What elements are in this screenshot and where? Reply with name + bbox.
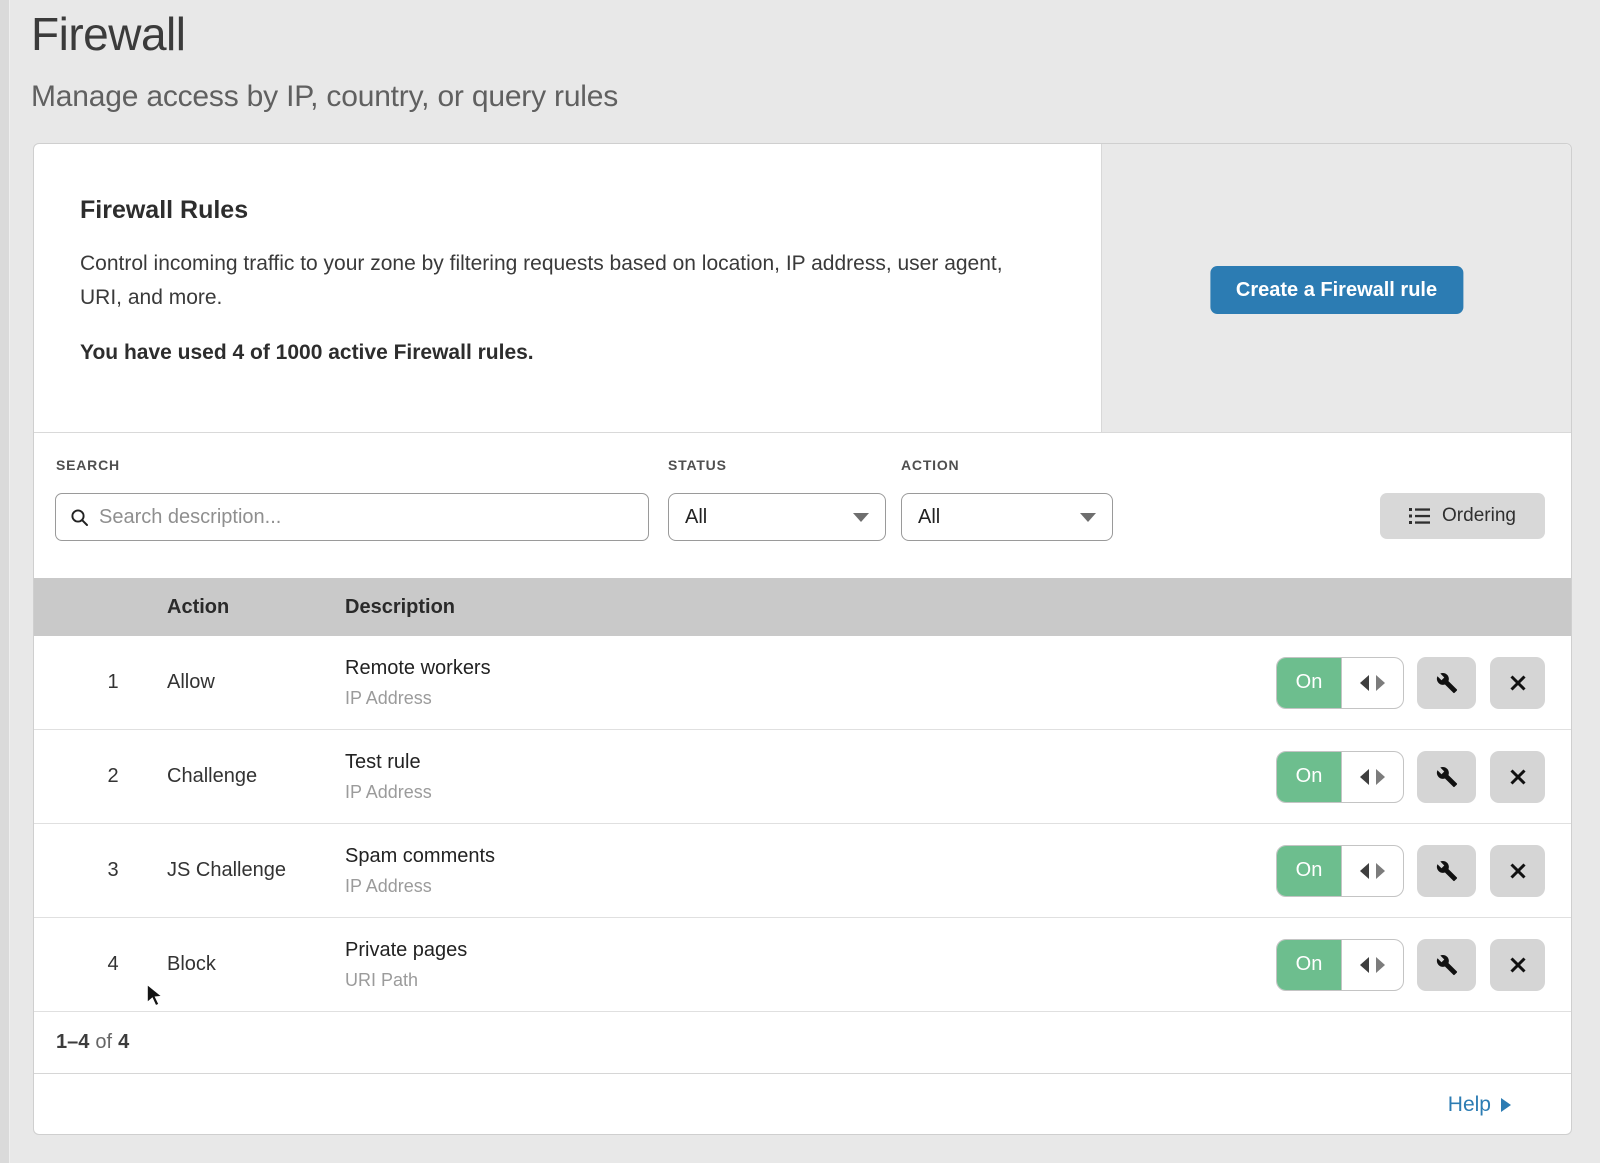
delete-rule-button[interactable] <box>1490 657 1545 709</box>
column-header-description: Description <box>345 596 1571 619</box>
help-row: Help <box>34 1074 1571 1135</box>
mouse-cursor <box>143 982 169 1015</box>
toggle-reorder-handle[interactable] <box>1342 658 1403 708</box>
toggle-on-button[interactable]: On <box>1277 658 1342 708</box>
column-header-action: Action <box>167 596 345 619</box>
filters-bar: SEARCH STATUS All ACTION All Ordering <box>34 433 1571 578</box>
rule-toggle: On <box>1276 657 1404 709</box>
pagination-range: 1–4 <box>56 1031 89 1054</box>
left-arrow-icon <box>1360 769 1369 785</box>
action-select[interactable]: All <box>901 493 1113 541</box>
toggle-on-button[interactable]: On <box>1277 752 1342 802</box>
rule-action: Allow <box>167 671 345 694</box>
toggle-reorder-handle[interactable] <box>1342 752 1403 802</box>
x-icon <box>1509 768 1527 786</box>
delete-rule-button[interactable] <box>1490 939 1545 991</box>
page-subtitle: Manage access by IP, country, or query r… <box>31 80 618 114</box>
wrench-icon <box>1436 672 1458 694</box>
action-select-value: All <box>918 506 940 529</box>
table-row: 4 Block Private pages URI Path On <box>34 918 1571 1012</box>
edit-rule-button[interactable] <box>1417 657 1476 709</box>
help-link-label: Help <box>1448 1093 1491 1117</box>
toggle-reorder-handle[interactable] <box>1342 940 1403 990</box>
toggle-on-button[interactable]: On <box>1277 940 1342 990</box>
rule-toggle: On <box>1276 939 1404 991</box>
help-arrow-icon <box>1501 1098 1511 1112</box>
left-arrow-icon <box>1360 675 1369 691</box>
right-arrow-icon <box>1376 675 1385 691</box>
right-arrow-icon <box>1376 957 1385 973</box>
left-arrow-icon <box>1360 957 1369 973</box>
rule-priority: 2 <box>34 765 167 788</box>
right-arrow-icon <box>1376 863 1385 879</box>
edit-rule-button[interactable] <box>1417 845 1476 897</box>
pagination-total: 4 <box>118 1031 129 1054</box>
table-header-row: Action Description <box>34 578 1571 636</box>
wrench-icon <box>1436 954 1458 976</box>
rule-controls: On <box>1276 939 1545 991</box>
intro-action-panel: Create a Firewall rule <box>1101 144 1571 432</box>
table-row: 2 Challenge Test rule IP Address On <box>34 730 1571 824</box>
action-label: ACTION <box>901 457 959 473</box>
table-row: 1 Allow Remote workers IP Address On <box>34 636 1571 730</box>
pagination-summary: 1–4 of 4 <box>34 1012 1571 1074</box>
intro-section: Firewall Rules Control incoming traffic … <box>34 144 1571 433</box>
firewall-rules-card: Firewall Rules Control incoming traffic … <box>33 143 1572 1135</box>
page-title: Firewall <box>31 8 618 60</box>
x-icon <box>1509 674 1527 692</box>
status-select[interactable]: All <box>668 493 886 541</box>
usage-summary: You have used 4 of 1000 active Firewall … <box>80 341 1041 365</box>
search-label: SEARCH <box>56 457 120 473</box>
create-firewall-rule-button[interactable]: Create a Firewall rule <box>1210 266 1463 314</box>
table-row: 3 JS Challenge Spam comments IP Address … <box>34 824 1571 918</box>
rule-controls: On <box>1276 845 1545 897</box>
toggle-on-button[interactable]: On <box>1277 846 1342 896</box>
ordering-button[interactable]: Ordering <box>1380 493 1545 539</box>
x-icon <box>1509 956 1527 974</box>
rule-action: Block <box>167 953 345 976</box>
section-description: Control incoming traffic to your zone by… <box>80 247 1025 315</box>
delete-rule-button[interactable] <box>1490 751 1545 803</box>
rule-toggle: On <box>1276 751 1404 803</box>
status-select-value: All <box>685 506 707 529</box>
rule-controls: On <box>1276 751 1545 803</box>
left-arrow-icon <box>1360 863 1369 879</box>
rule-toggle: On <box>1276 845 1404 897</box>
list-icon <box>1409 507 1430 525</box>
wrench-icon <box>1436 860 1458 882</box>
window-edge <box>0 0 10 1163</box>
rule-priority: 1 <box>34 671 167 694</box>
intro-text: Firewall Rules Control incoming traffic … <box>34 144 1101 432</box>
page-header: Firewall Manage access by IP, country, o… <box>31 8 618 114</box>
rule-priority: 4 <box>34 953 167 976</box>
status-label: STATUS <box>668 457 727 473</box>
section-title: Firewall Rules <box>80 196 1041 225</box>
wrench-icon <box>1436 766 1458 788</box>
search-box <box>55 493 649 541</box>
rule-controls: On <box>1276 657 1545 709</box>
rule-action: JS Challenge <box>167 859 345 882</box>
chevron-down-icon <box>853 513 869 522</box>
chevron-down-icon <box>1080 513 1096 522</box>
rule-action: Challenge <box>167 765 345 788</box>
edit-rule-button[interactable] <box>1417 939 1476 991</box>
ordering-button-label: Ordering <box>1442 505 1516 527</box>
help-link[interactable]: Help <box>1448 1093 1511 1117</box>
pagination-of: of <box>95 1031 112 1054</box>
delete-rule-button[interactable] <box>1490 845 1545 897</box>
toggle-reorder-handle[interactable] <box>1342 846 1403 896</box>
rule-priority: 3 <box>34 859 167 882</box>
edit-rule-button[interactable] <box>1417 751 1476 803</box>
search-icon <box>70 508 89 527</box>
x-icon <box>1509 862 1527 880</box>
search-input[interactable] <box>99 506 634 529</box>
right-arrow-icon <box>1376 769 1385 785</box>
